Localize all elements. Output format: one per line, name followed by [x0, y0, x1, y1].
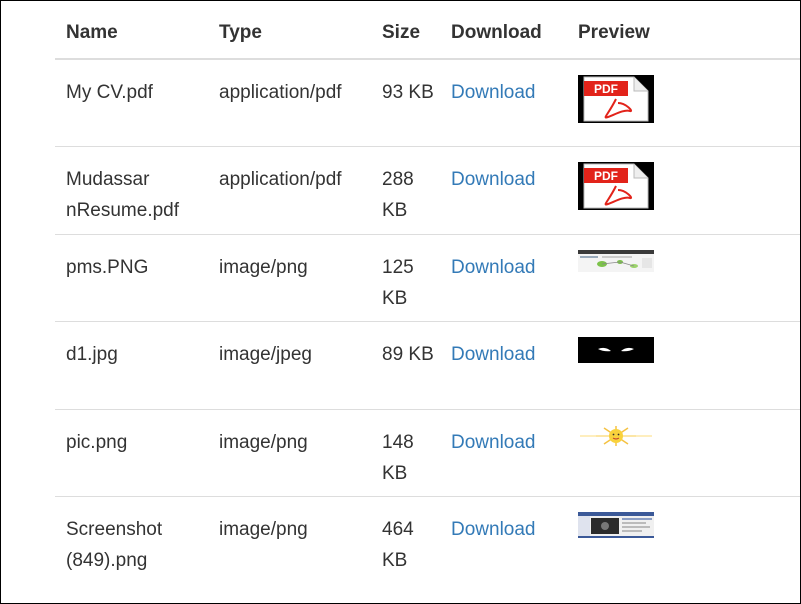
file-name: My CV.pdf — [66, 82, 153, 103]
file-name: d1.jpg — [55, 320, 208, 409]
screenshot-thumbnail — [578, 511, 654, 538]
file-name: pic.png — [55, 408, 208, 496]
download-link[interactable]: Download — [451, 169, 536, 190]
preview-cell — [567, 320, 800, 409]
table-row: Mudassar nResume.pdf application/pdf 288… — [55, 145, 800, 234]
download-link[interactable]: Download — [451, 519, 536, 540]
preview-cell: PDF — [567, 145, 800, 234]
download-link[interactable]: Download — [451, 344, 536, 365]
download-link[interactable]: Download — [451, 257, 536, 278]
table-header-row: Name Type Size Download Preview — [55, 8, 800, 60]
file-type: application/pdf — [219, 82, 342, 103]
file-size: 148 KB — [371, 408, 440, 496]
header-size: Size — [371, 8, 440, 60]
table-row: pic.png image/png 148 KB Download — [55, 408, 800, 496]
file-size: 125 KB — [371, 233, 440, 321]
pdf-thumbnail: PDF — [578, 161, 654, 210]
file-name: pms.PNG — [55, 233, 208, 321]
preview-cell — [567, 233, 800, 321]
files-table: Name Type Size Download Preview My CV.pd… — [55, 8, 800, 584]
download-cell: Download — [440, 408, 567, 496]
download-cell: Download — [440, 495, 567, 584]
table-row: Screenshot (849).png image/png 464 KB Do… — [55, 495, 800, 584]
webpage-diagram-thumbnail — [578, 249, 654, 272]
download-cell: Download — [440, 320, 567, 409]
page-frame: Name Type Size Download Preview My CV.pd… — [0, 0, 801, 604]
download-link[interactable]: Download — [451, 432, 536, 453]
pdf-thumbnail: PDF — [578, 75, 654, 123]
file-type: image/png — [208, 233, 371, 321]
preview-cell — [567, 495, 800, 584]
table-row: pms.PNG image/png 125 KB Download — [55, 233, 800, 321]
download-cell: Download — [440, 145, 567, 234]
table-row: d1.jpg image/jpeg 89 KB Download — [55, 320, 800, 409]
file-size: 89 KB — [371, 320, 440, 409]
header-type: Type — [208, 8, 371, 60]
file-size: 464 KB — [371, 495, 440, 584]
table-row: My CV.pdf application/pdf 93 KB Download… — [55, 59, 800, 146]
dark-eyes-thumbnail — [578, 336, 654, 363]
file-size: 93 KB — [382, 82, 434, 103]
download-link[interactable]: Download — [451, 82, 536, 103]
file-type: image/jpeg — [208, 320, 371, 409]
file-type: application/pdf — [208, 145, 371, 234]
preview-cell — [567, 408, 800, 496]
file-size: 288 KB — [371, 145, 440, 234]
file-type: image/png — [208, 408, 371, 496]
header-download: Download — [440, 8, 567, 60]
file-type: image/png — [208, 495, 371, 584]
sun-thumbnail — [578, 424, 654, 447]
download-cell: Download — [440, 233, 567, 321]
pdf-label: PDF — [594, 82, 618, 96]
header-preview: Preview — [567, 8, 800, 60]
file-name: Mudassar nResume.pdf — [55, 145, 208, 234]
pdf-label: PDF — [594, 169, 618, 183]
preview-cell: PDF — [567, 59, 800, 146]
file-name: Screenshot (849).png — [55, 495, 208, 584]
header-name: Name — [55, 8, 208, 60]
download-cell: Download — [440, 59, 567, 146]
